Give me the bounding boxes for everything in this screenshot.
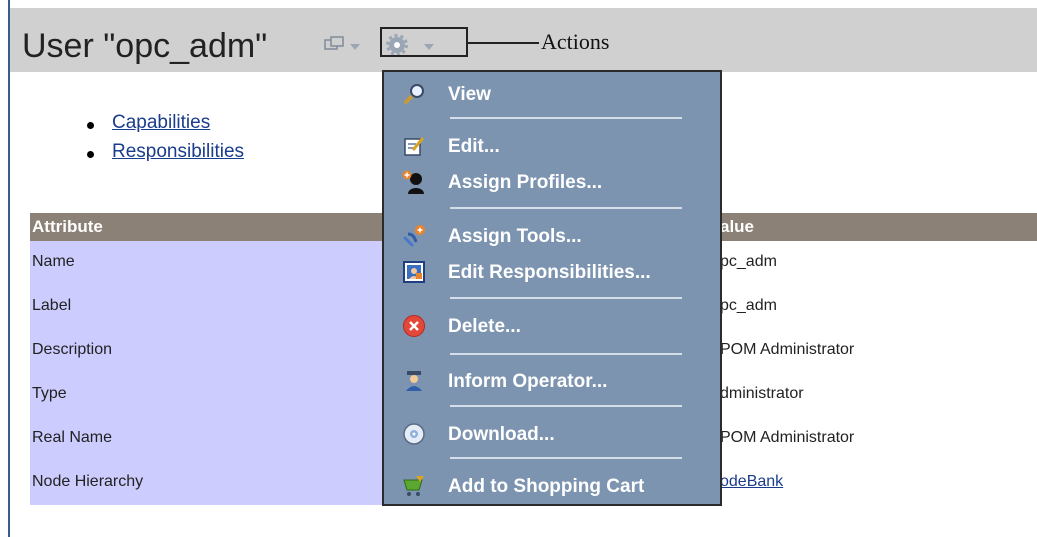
bullet-icon (87, 151, 94, 158)
magnifier-icon (404, 84, 424, 104)
value-cell: dministrator (720, 385, 804, 402)
menu-separator (450, 405, 682, 407)
cart-icon (403, 476, 424, 496)
attribute-text: Real Name (32, 429, 113, 446)
value-cell: pc_adm (720, 253, 777, 270)
menu-item-assign-profiles[interactable]: Assign Profiles... (384, 164, 720, 200)
menu-item-label: View (448, 84, 491, 105)
menu-item-view[interactable]: View (384, 76, 720, 112)
responsibilities-icon (403, 261, 425, 283)
menu-separator (450, 353, 682, 355)
responsibilities-link[interactable]: Responsibilities (112, 141, 244, 163)
menu-separator (450, 297, 682, 299)
column-header-value: alue (720, 217, 755, 236)
value-cell: POM Administrator (720, 341, 855, 358)
window-icon[interactable] (324, 36, 346, 54)
tools-icon (403, 225, 425, 247)
menu-item-label: Assign Profiles... (448, 172, 603, 193)
menu-separator (450, 207, 682, 209)
attribute-text: Description (32, 341, 113, 358)
edit-icon (404, 137, 425, 156)
delete-icon (403, 315, 425, 337)
menu-item-label: Assign Tools... (448, 226, 582, 247)
value-cell: pc_adm (720, 297, 777, 314)
menu-item-edit-responsibilities[interactable]: Edit Responsibilities... (384, 254, 720, 290)
menu-item-label: Delete... (448, 316, 521, 337)
menu-item-label: Edit Responsibilities... (448, 262, 651, 283)
menu-item-label: Add to Shopping Cart (448, 476, 645, 497)
attribute-text: Type (32, 385, 67, 402)
menu-separator (450, 117, 682, 119)
page-title: User "opc_adm" (22, 27, 268, 65)
menu-item-label: Inform Operator... (448, 371, 608, 392)
profile-icon (402, 170, 424, 194)
operator-icon (406, 371, 422, 391)
column-header-attribute: Attribute (32, 217, 103, 236)
bullet-icon (87, 122, 94, 129)
attribute-text: Node Hierarchy (32, 473, 144, 490)
menu-item-label: Edit... (448, 136, 500, 157)
menu-item-assign-tools[interactable]: Assign Tools... (384, 218, 720, 254)
menu-item-delete[interactable]: Delete... (384, 308, 720, 344)
actions-menu: View Edit... Assign Profiles... Assign T… (382, 70, 722, 506)
menu-item-download[interactable]: Download... (384, 416, 720, 452)
menu-item-inform-operator[interactable]: Inform Operator... (384, 363, 720, 399)
attribute-text: Name (32, 253, 75, 270)
menu-item-label: Download... (448, 424, 555, 445)
menu-item-add-to-shopping-cart[interactable]: Add to Shopping Cart (384, 468, 720, 504)
menu-item-edit[interactable]: Edit... (384, 128, 720, 164)
download-icon (403, 423, 425, 445)
attribute-text: Label (32, 297, 72, 314)
actions-callout-label: Actions (541, 29, 610, 54)
actions-callout-box (380, 27, 468, 57)
node-bank-link[interactable]: odeBank (720, 473, 783, 491)
actions-callout-line (468, 42, 539, 44)
menu-separator (450, 457, 682, 459)
capabilities-link[interactable]: Capabilities (112, 112, 210, 134)
window-menu-chevron-down-icon[interactable] (350, 44, 360, 50)
value-cell: POM Administrator (720, 429, 855, 446)
